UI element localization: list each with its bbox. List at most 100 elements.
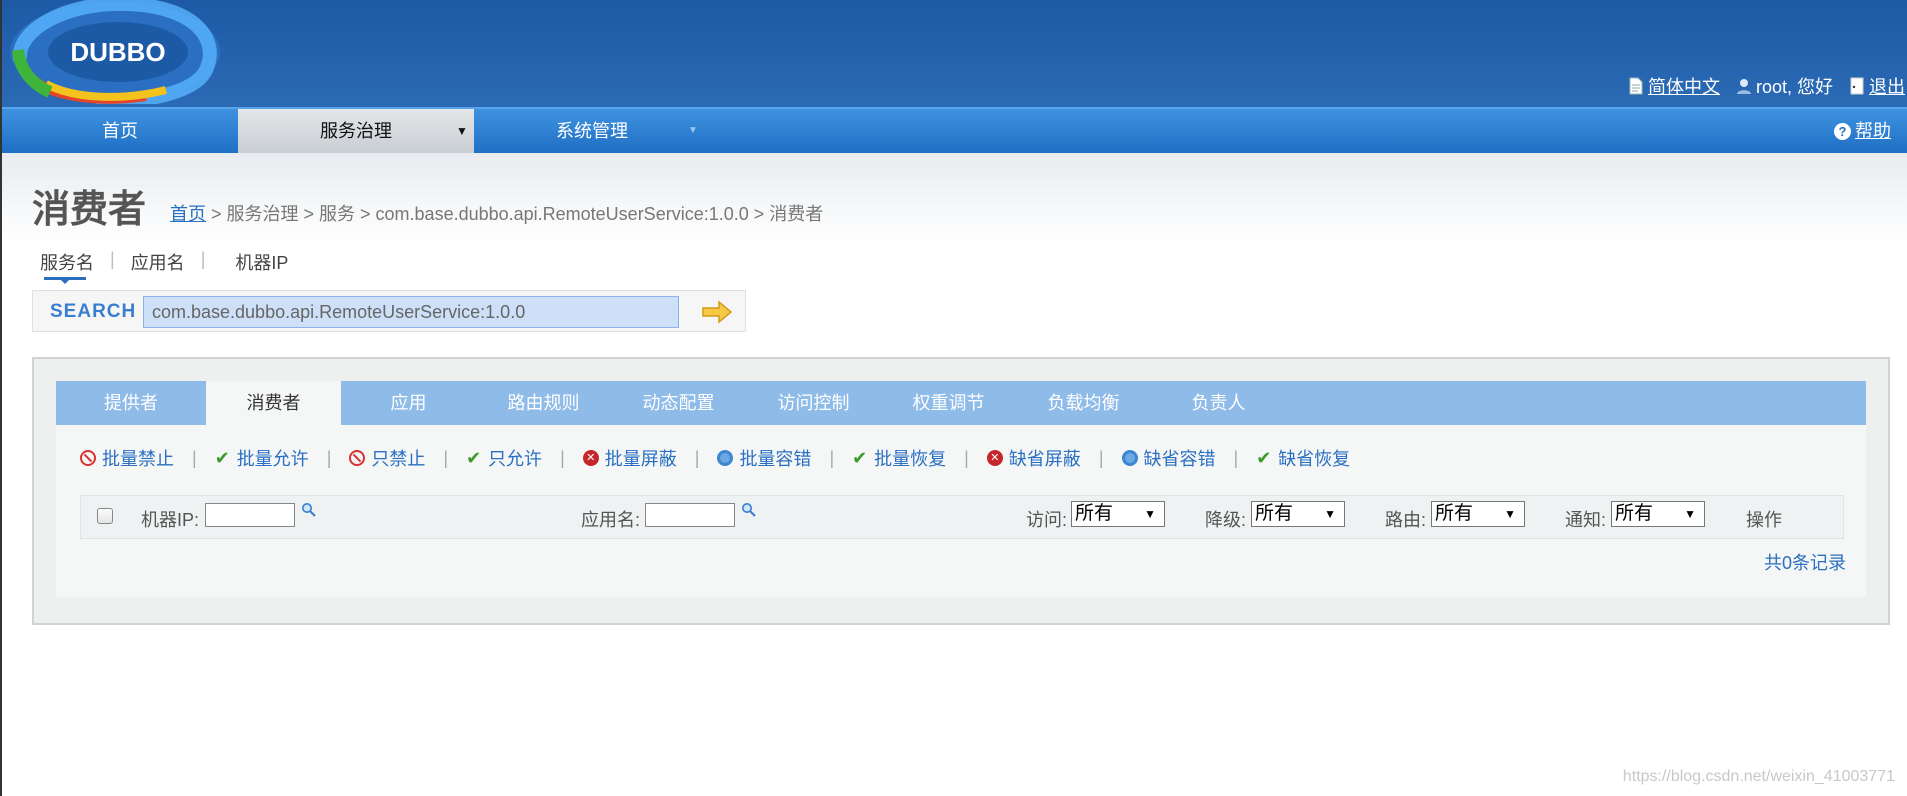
only-allow-button[interactable]: ✔ 只允许 [466, 445, 542, 471]
route-select[interactable]: 所有 ▼ [1431, 501, 1525, 527]
operation-column-header: 操作 [1746, 510, 1782, 530]
action-label: 批量容错 [739, 449, 812, 469]
action-separator: | [1233, 447, 1239, 468]
default-recover-button[interactable]: ✔ 缺省恢复 [1256, 445, 1350, 471]
chevron-down-icon: ▼ [1324, 507, 1336, 521]
action-separator: | [560, 447, 565, 468]
action-label: 只允许 [488, 449, 543, 469]
search-tab-machine-ip[interactable]: 机器IP [235, 249, 288, 275]
nav-item-system-management[interactable]: 系统管理 ▼ [474, 109, 710, 153]
panel-content: 提供者 消费者 应用 路由规则 动态配置 访问控制 权重调节 负载均衡 负责人 … [56, 381, 1866, 597]
degrade-label: 降级: [1205, 510, 1247, 530]
chevron-down-icon: ▼ [1144, 507, 1156, 521]
machine-ip-label: 机器IP: [141, 510, 200, 530]
action-separator: | [192, 447, 197, 468]
tab-weight-adjust[interactable]: 权重调节 [881, 381, 1016, 425]
search-icon[interactable] [301, 502, 317, 518]
search-tab-app-name[interactable]: 应用名 [131, 249, 185, 275]
ban-icon [349, 450, 366, 466]
only-forbid-button[interactable]: 只禁止 [349, 445, 425, 471]
help-icon: ? [1834, 122, 1851, 140]
batch-tolerate-button[interactable]: 批量容错 [717, 445, 811, 471]
gear-icon [1121, 450, 1138, 466]
batch-allow-button[interactable]: ✔ 批量允许 [215, 445, 309, 471]
tab-owners[interactable]: 负责人 [1151, 381, 1286, 425]
active-tab-caret [61, 280, 69, 284]
default-tolerate-button[interactable]: 缺省容错 [1121, 445, 1216, 471]
action-separator: | [829, 447, 835, 468]
tab-access-control[interactable]: 访问控制 [746, 381, 881, 425]
tab-consumers[interactable]: 消费者 [206, 381, 341, 425]
x-circle-icon: ✕ [582, 450, 599, 466]
tab-load-balance[interactable]: 负载均衡 [1016, 381, 1151, 425]
default-mask-button[interactable]: ✕ 缺省屏蔽 [986, 445, 1081, 471]
degrade-select-value: 所有 [1255, 503, 1294, 524]
degrade-select[interactable]: 所有 ▼ [1251, 501, 1345, 527]
nav-system-management-label: 系统管理 [556, 121, 628, 141]
batch-mask-button[interactable]: ✕ 批量屏蔽 [582, 445, 677, 471]
batch-forbid-button[interactable]: 批量禁止 [80, 445, 174, 471]
machine-ip-filter-input[interactable] [205, 503, 295, 527]
nav-item-home[interactable]: 首页 [2, 109, 238, 153]
tab-dynamic-config[interactable]: 动态配置 [611, 381, 746, 425]
logout-label: 退出 [1869, 77, 1905, 97]
route-label: 路由: [1385, 510, 1427, 530]
batch-recover-button[interactable]: ✔ 批量恢复 [852, 445, 946, 471]
tab-routing-rules[interactable]: 路由规则 [476, 381, 611, 425]
dropdown-arrow-icon: ▼ [688, 125, 698, 136]
logout-link[interactable]: 退出 [1849, 73, 1905, 99]
action-label: 批量恢复 [874, 449, 947, 469]
x-circle-icon: ✕ [986, 450, 1003, 466]
tab-applications[interactable]: 应用 [341, 381, 476, 425]
header-bar: DUBBO 简体中文 root, 您好 退出 [2, 0, 1907, 107]
search-box: SEARCH com.base.dubbo.api.RemoteUserServ… [32, 290, 746, 332]
dropdown-arrow-icon: ▼ [456, 124, 468, 138]
notify-select[interactable]: 所有 ▼ [1611, 501, 1705, 527]
nav-item-service-governance[interactable]: 服务治理 ▼ [238, 109, 474, 153]
action-label: 缺省容错 [1143, 449, 1216, 469]
tab-separator: | [200, 249, 206, 269]
search-go-arrow-icon[interactable] [701, 300, 733, 324]
action-separator: | [326, 447, 332, 468]
access-label: 访问: [1026, 510, 1068, 530]
breadcrumb-path: > 服务治理 > 服务 > com.base.dubbo.api.RemoteU… [206, 204, 824, 224]
gear-icon [717, 450, 734, 466]
access-select[interactable]: 所有 ▼ [1071, 501, 1165, 527]
search-tab-service-name[interactable]: 服务名 [40, 249, 94, 275]
action-label: 缺省屏蔽 [1008, 449, 1081, 469]
search-label: SEARCH [50, 301, 137, 322]
search-type-tabs: 服务名 | 应用名 | 机器IP [40, 249, 288, 275]
notify-label: 通知: [1565, 510, 1607, 530]
page-title: 消费者 [32, 189, 147, 231]
select-all-checkbox[interactable] [97, 508, 113, 524]
chevron-down-icon: ▼ [1684, 507, 1696, 521]
user-greeting: root, 您好 [1755, 77, 1833, 97]
breadcrumb: 首页 > 服务治理 > 服务 > com.base.dubbo.api.Remo… [170, 200, 823, 226]
tab-providers[interactable]: 提供者 [56, 381, 206, 425]
subheader-background [2, 153, 1907, 243]
search-icon[interactable] [741, 502, 757, 518]
check-icon: ✔ [466, 448, 482, 468]
help-link[interactable]: ? 帮助 [1834, 109, 1891, 153]
app-name-filter-input[interactable] [645, 503, 735, 527]
total-records: 共0条记录 [1763, 553, 1846, 573]
breadcrumb-home[interactable]: 首页 [170, 204, 206, 224]
consumer-panel: 提供者 消费者 应用 路由规则 动态配置 访问控制 权重调节 负载均衡 负责人 … [32, 357, 1890, 625]
batch-actions: 批量禁止 | ✔ 批量允许 | 只禁止 | ✔ 只允许 | ✕ 批量屏蔽 | 批… [80, 445, 1350, 471]
action-separator: | [694, 447, 700, 468]
filter-header-row: 机器IP: 应用名: 访问: 所有 ▼ 降级: 所有 ▼ 路由: 所有 ▼ 通知: 所… [80, 495, 1844, 539]
nav-home-label: 首页 [102, 121, 138, 141]
dubbo-logo[interactable]: DUBBO [6, 0, 224, 104]
user-icon [1736, 79, 1751, 94]
search-input[interactable]: com.base.dubbo.api.RemoteUserService:1.0… [143, 296, 679, 328]
action-label: 批量屏蔽 [604, 449, 677, 469]
language-link[interactable]: 简体中文 [1628, 73, 1720, 99]
action-separator: | [964, 447, 969, 468]
action-label: 只禁止 [371, 449, 426, 469]
ban-icon [80, 450, 96, 466]
check-icon: ✔ [1256, 448, 1272, 468]
notify-select-value: 所有 [1615, 503, 1654, 524]
action-separator: | [1098, 447, 1104, 468]
action-label: 批量禁止 [102, 449, 174, 469]
action-separator: | [443, 447, 449, 468]
